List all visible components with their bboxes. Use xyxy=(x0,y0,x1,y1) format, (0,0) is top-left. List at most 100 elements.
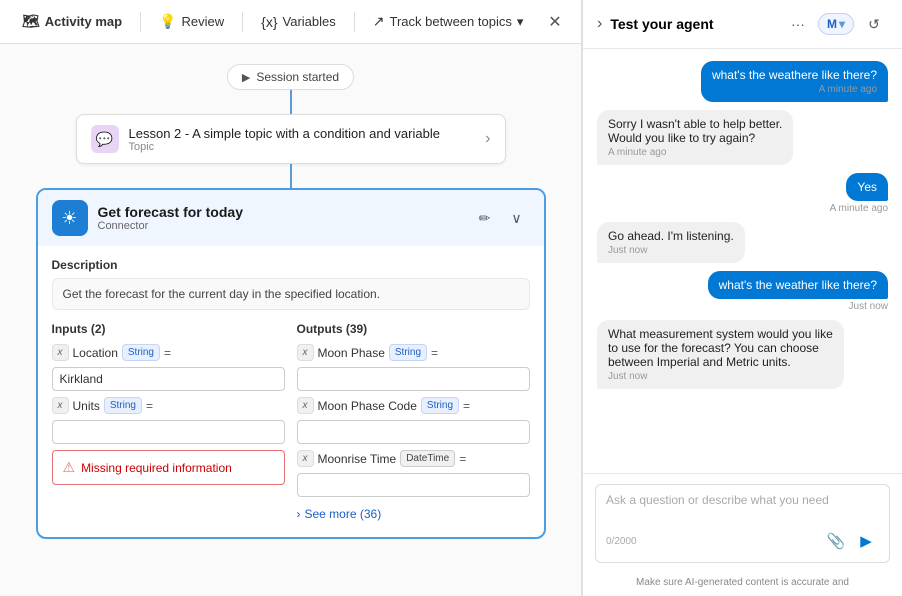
session-started-node: ▶ Session started xyxy=(227,64,354,90)
connector-title: Get forecast for today xyxy=(98,204,462,220)
location-input[interactable] xyxy=(52,367,285,391)
inputs-title: Inputs (2) xyxy=(52,322,285,336)
chat-collapse-icon[interactable]: › xyxy=(597,15,602,33)
ai-disclaimer: Make sure AI-generated content is accura… xyxy=(583,573,902,596)
message-1-time: A minute ago xyxy=(712,84,877,95)
edit-button[interactable]: ✏ xyxy=(472,205,498,231)
top-nav: 🗺 Activity map 💡 Review {x} Variables ↗ … xyxy=(0,0,581,44)
error-box: ⚠ Missing required information xyxy=(52,450,285,485)
track-icon: ↗ xyxy=(373,13,385,30)
location-var-badge: x xyxy=(52,344,69,361)
connector-header: ☀ Get forecast for today Connector ✏ ∨ xyxy=(38,190,544,246)
close-button[interactable]: ✕ xyxy=(541,8,569,36)
nav-divider-1 xyxy=(140,12,141,32)
left-panel: 🗺 Activity map 💡 Review {x} Variables ↗ … xyxy=(0,0,582,596)
output-row-moonrise-time: x Moonrise Time DateTime = xyxy=(297,450,530,467)
units-type-badge: String xyxy=(104,397,142,414)
topic-subtitle: Topic xyxy=(129,141,476,153)
chat-input-footer: 0/2000 📎 ▶ xyxy=(606,528,879,554)
nav-review[interactable]: 💡 Review xyxy=(149,9,234,34)
chat-header: › Test your agent ··· M ▾ ↺ xyxy=(583,0,902,49)
variables-icon: {x} xyxy=(261,14,277,30)
description-label: Description xyxy=(52,258,530,272)
description-text: Get the forecast for the current day in … xyxy=(52,278,530,310)
inputs-section: Inputs (2) x Location String = xyxy=(52,322,285,525)
topic-node[interactable]: 💬 Lesson 2 - A simple topic with a condi… xyxy=(76,114,506,164)
review-icon: 💡 xyxy=(159,13,176,30)
outputs-section: Outputs (39) x Moon Phase String = xyxy=(297,322,530,525)
moon-phase-type-badge: String xyxy=(389,344,427,361)
char-count: 0/2000 xyxy=(606,536,637,547)
message-5: what's the weather like there? xyxy=(708,271,888,299)
moonrise-time-label: Moonrise Time xyxy=(318,452,397,466)
connector-actions: ✏ ∨ xyxy=(472,205,530,231)
nav-variables[interactable]: {x} Variables xyxy=(251,10,346,34)
message-2-time: A minute ago xyxy=(608,147,782,158)
message-3: Yes xyxy=(846,173,888,201)
nav-activity-map[interactable]: 🗺 Activity map xyxy=(12,9,132,34)
connector-subtitle: Connector xyxy=(98,220,462,232)
activity-map-icon: 🗺 xyxy=(22,13,40,30)
message-4-time: Just now xyxy=(608,245,734,256)
input-row-location: x Location String = xyxy=(52,344,285,361)
moon-phase-code-input[interactable] xyxy=(297,420,530,444)
brand-logo: M ▾ xyxy=(818,13,854,35)
connector-line-2 xyxy=(290,164,292,188)
units-input[interactable] xyxy=(52,420,285,444)
error-icon: ⚠ xyxy=(63,459,76,476)
message-3-wrap: Yes A minute ago xyxy=(597,173,888,214)
output-row-moon-phase: x Moon Phase String = xyxy=(297,344,530,361)
error-message: Missing required information xyxy=(81,461,232,475)
chat-messages: what's the weathere like there? A minute… xyxy=(583,49,902,473)
nav-track-between-topics[interactable]: ↗ Track between topics ▾ xyxy=(363,9,534,34)
nav-divider-3 xyxy=(354,12,355,32)
play-icon: ▶ xyxy=(242,71,250,84)
message-5-wrap: what's the weather like there? Just now xyxy=(597,271,888,312)
chat-input-box: 0/2000 📎 ▶ xyxy=(595,484,890,563)
send-button[interactable]: ▶ xyxy=(853,528,879,554)
units-label: Units xyxy=(73,399,100,413)
more-options-button[interactable]: ··· xyxy=(784,10,812,38)
output-row-moon-phase-code: x Moon Phase Code String = xyxy=(297,397,530,414)
message-2: Sorry I wasn't able to help better.Would… xyxy=(597,110,793,165)
moonrise-time-input[interactable] xyxy=(297,473,530,497)
attachment-button[interactable]: 📎 xyxy=(823,528,849,554)
moon-phase-code-type-badge: String xyxy=(421,397,459,414)
topic-chevron-icon: › xyxy=(485,130,490,148)
location-label: Location xyxy=(73,346,118,360)
message-3-time: A minute ago xyxy=(830,203,888,214)
moon-phase-code-label: Moon Phase Code xyxy=(318,399,417,413)
refresh-button[interactable]: ↺ xyxy=(860,10,888,38)
moon-phase-input[interactable] xyxy=(297,367,530,391)
input-row-units: x Units String = xyxy=(52,397,285,414)
connector-title-area: Get forecast for today Connector xyxy=(98,204,462,232)
location-type-badge: String xyxy=(122,344,160,361)
message-6: What measurement system would you like t… xyxy=(597,320,844,389)
message-5-time: Just now xyxy=(849,301,888,312)
outputs-title: Outputs (39) xyxy=(297,322,530,336)
chat-input[interactable] xyxy=(606,493,879,521)
expand-button[interactable]: ∨ xyxy=(504,205,530,231)
right-panel: › Test your agent ··· M ▾ ↺ what's the w… xyxy=(582,0,902,596)
connector-card: ☀ Get forecast for today Connector ✏ ∨ D… xyxy=(36,188,546,539)
moon-phase-label: Moon Phase xyxy=(318,346,385,360)
message-4: Go ahead. I'm listening. Just now xyxy=(597,222,745,263)
chat-input-area: 0/2000 📎 ▶ xyxy=(583,473,902,573)
canvas: ▶ Session started 💬 Lesson 2 - A simple … xyxy=(0,44,581,596)
moonrise-time-var-badge: x xyxy=(297,450,314,467)
topic-icon: 💬 xyxy=(91,125,119,153)
topic-info: Lesson 2 - A simple topic with a conditi… xyxy=(129,126,476,153)
topic-title: Lesson 2 - A simple topic with a conditi… xyxy=(129,126,476,141)
nav-divider-2 xyxy=(242,12,243,32)
connector-body: Description Get the forecast for the cur… xyxy=(38,246,544,537)
io-row: Inputs (2) x Location String = xyxy=(52,322,530,525)
chat-buttons: 📎 ▶ xyxy=(823,528,879,554)
see-more-button[interactable]: › See more (36) xyxy=(297,503,530,525)
message-1: what's the weathere like there? A minute… xyxy=(701,61,888,102)
chat-actions: ··· M ▾ ↺ xyxy=(784,10,888,38)
message-6-time: Just now xyxy=(608,371,833,382)
chat-title: Test your agent xyxy=(610,16,776,32)
see-more-chevron-icon: › xyxy=(297,507,301,521)
moonrise-time-type-badge: DateTime xyxy=(400,450,455,467)
moon-phase-code-var-badge: x xyxy=(297,397,314,414)
